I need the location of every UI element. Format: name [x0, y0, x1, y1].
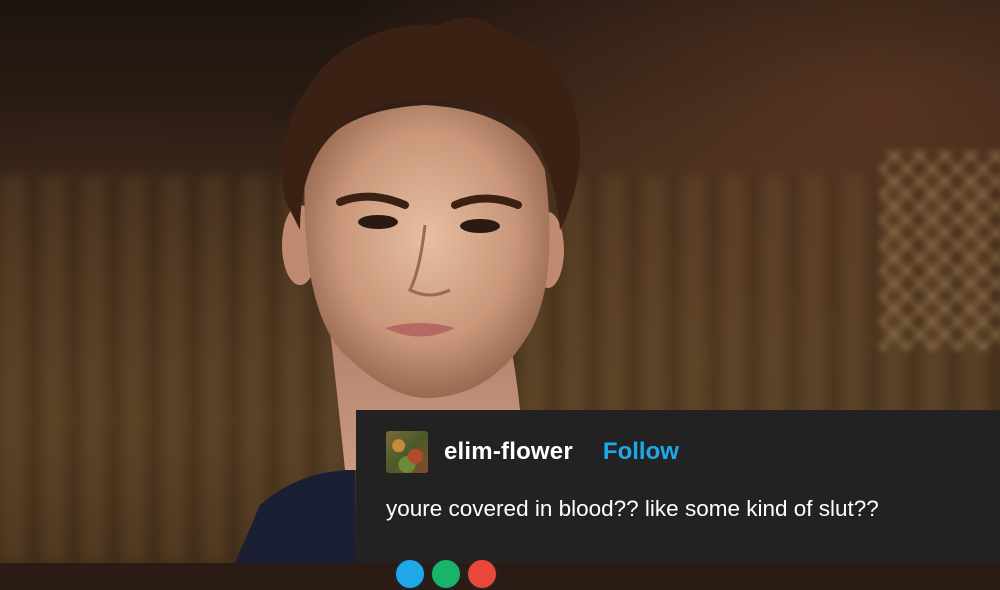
username-link[interactable]: elim-flower — [444, 438, 573, 466]
post-header: elim-flower Follow — [386, 430, 679, 474]
tumblr-post-card: elim-flower Follow youre covered in bloo… — [356, 410, 1000, 590]
follow-button[interactable]: Follow — [603, 438, 679, 466]
post-body-text: youre covered in blood?? like some kind … — [386, 496, 879, 521]
user-avatar[interactable] — [386, 431, 428, 473]
reaction-icons — [394, 558, 502, 590]
